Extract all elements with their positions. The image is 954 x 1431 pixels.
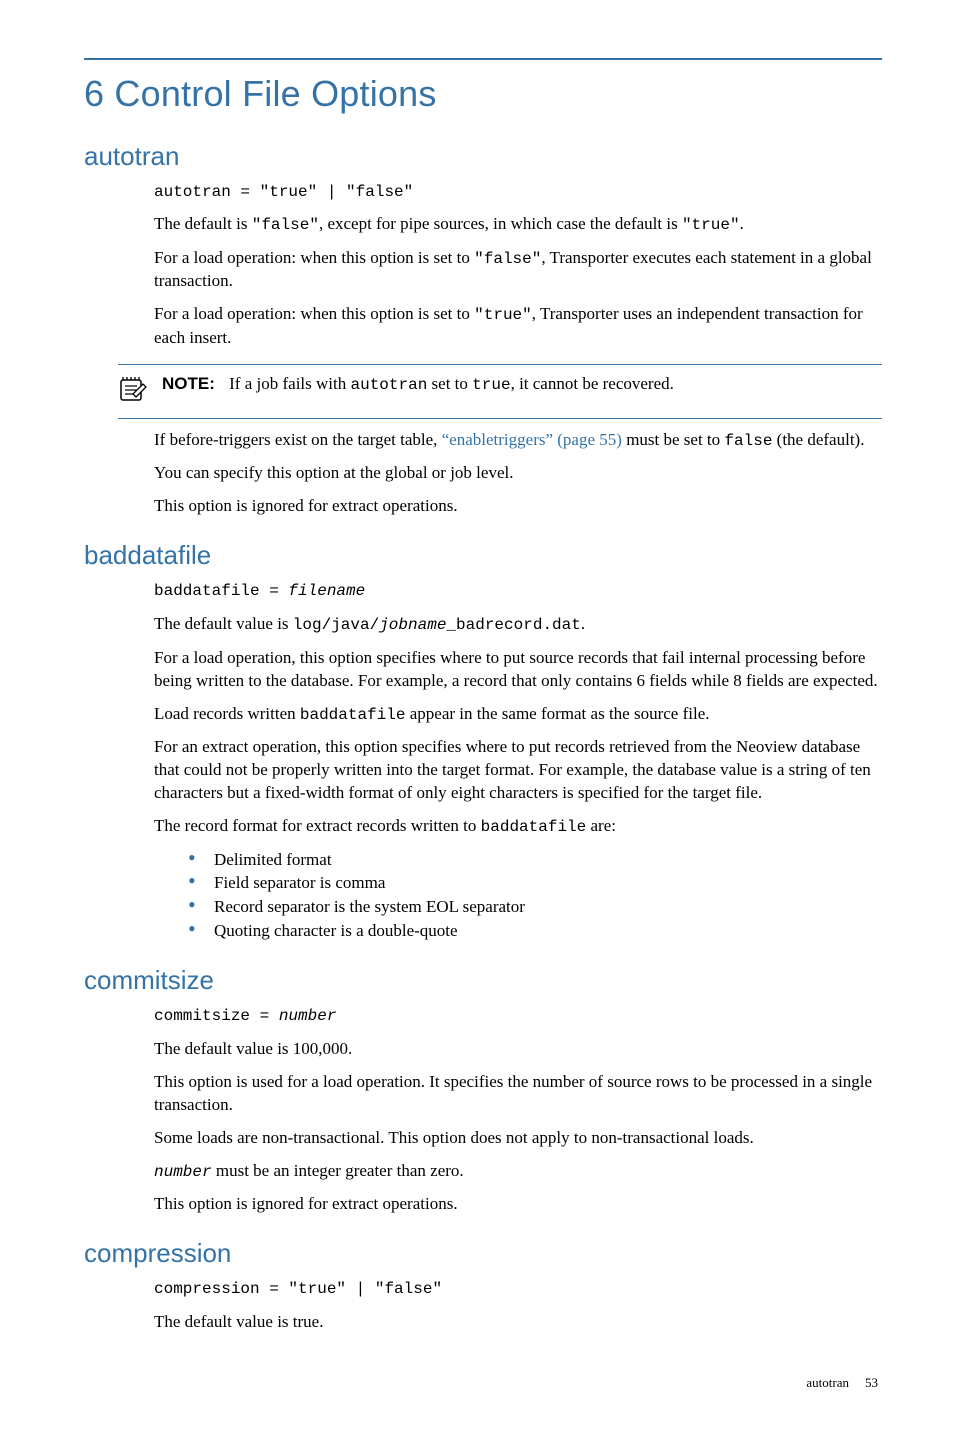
text: baddatafile = xyxy=(154,582,288,600)
para: The record format for extract records wr… xyxy=(154,815,882,839)
text: Load records written xyxy=(154,704,300,723)
code: baddatafile xyxy=(481,818,587,836)
code: "false" xyxy=(474,250,541,268)
text: must be set to xyxy=(622,430,724,449)
page-content: 6 Control File Options autotran autotran… xyxy=(0,0,954,1431)
section-body-compression: compression = "true" | "false" The defau… xyxy=(154,1279,882,1334)
page-number: 53 xyxy=(865,1375,878,1390)
text: . xyxy=(740,214,744,233)
note-box: NOTE: If a job fails with autotran set t… xyxy=(118,364,882,419)
section-body-commitsize: commitsize = number The default value is… xyxy=(154,1006,882,1216)
para: This option is used for a load operation… xyxy=(154,1071,882,1117)
code: _badrecord.dat xyxy=(446,616,580,634)
para: The default value is 100,000. xyxy=(154,1038,882,1061)
top-rule xyxy=(84,58,882,60)
para: You can specify this option at the globa… xyxy=(154,462,882,485)
ital: jobname xyxy=(379,616,446,634)
syntax-compression: compression = "true" | "false" xyxy=(154,1279,882,1301)
para: The default is "false", except for pipe … xyxy=(154,213,882,237)
text: For a load operation: when this option i… xyxy=(154,304,474,323)
para: For a load operation: when this option i… xyxy=(154,303,882,350)
ital: filename xyxy=(288,582,365,600)
ital: number xyxy=(154,1163,212,1181)
section-body-autotran-2: If before-triggers exist on the target t… xyxy=(154,429,882,518)
code: baddatafile xyxy=(300,706,406,724)
bullet-list: Delimited format Field separator is comm… xyxy=(182,849,882,944)
section-heading-baddatafile: baddatafile xyxy=(84,538,882,573)
list-item: Field separator is comma xyxy=(182,872,882,895)
text: For a load operation: when this option i… xyxy=(154,248,474,267)
syntax-autotran: autotran = "true" | "false" xyxy=(154,182,882,204)
text: must be an integer greater than zero. xyxy=(212,1161,464,1180)
para: This option is ignored for extract opera… xyxy=(154,495,882,518)
text: , it cannot be recovered. xyxy=(511,374,674,393)
text: set to xyxy=(427,374,472,393)
page-footer: autotran 53 xyxy=(84,1374,882,1392)
para: The default value is true. xyxy=(154,1311,882,1334)
code: false xyxy=(724,432,772,450)
code: autotran xyxy=(350,376,427,394)
section-body-autotran: autotran = "true" | "false" The default … xyxy=(154,182,882,350)
code: true xyxy=(472,376,510,394)
text: If before-triggers exist on the target t… xyxy=(154,430,442,449)
para: Load records written baddatafile appear … xyxy=(154,703,882,727)
text: If a job fails with xyxy=(229,374,350,393)
code: "true" xyxy=(474,306,532,324)
text: commitsize = xyxy=(154,1007,279,1025)
note-icon xyxy=(118,373,148,410)
text: , except for pipe sources, in which case… xyxy=(319,214,682,233)
list-item: Quoting character is a double-quote xyxy=(182,920,882,943)
note-text: NOTE: If a job fails with autotran set t… xyxy=(162,373,882,397)
para: For an extract operation, this option sp… xyxy=(154,736,882,805)
para: For a load operation, this option specif… xyxy=(154,647,882,693)
text: are: xyxy=(586,816,616,835)
running-head: autotran xyxy=(806,1375,849,1390)
section-heading-autotran: autotran xyxy=(84,139,882,174)
list-item: Delimited format xyxy=(182,849,882,872)
code: log/java/ xyxy=(293,616,379,634)
para: Some loads are non-transactional. This o… xyxy=(154,1127,882,1150)
text: The record format for extract records wr… xyxy=(154,816,481,835)
text: (the default). xyxy=(772,430,864,449)
code: "true" xyxy=(682,216,740,234)
section-body-baddatafile: baddatafile = filename The default value… xyxy=(154,581,882,943)
para: The default value is log/java/jobname_ba… xyxy=(154,613,882,637)
text: The default is xyxy=(154,214,252,233)
section-heading-compression: compression xyxy=(84,1236,882,1271)
para: For a load operation: when this option i… xyxy=(154,247,882,294)
text: . xyxy=(581,614,585,633)
ital: number xyxy=(279,1007,337,1025)
link-enabletriggers[interactable]: “enabletriggers” (page 55) xyxy=(442,430,622,449)
note-label: NOTE: xyxy=(162,374,215,393)
list-item: Record separator is the system EOL separ… xyxy=(182,896,882,919)
para: number must be an integer greater than z… xyxy=(154,1160,882,1184)
syntax-baddatafile: baddatafile = filename xyxy=(154,581,882,603)
syntax-commitsize: commitsize = number xyxy=(154,1006,882,1028)
code: "false" xyxy=(252,216,319,234)
para: This option is ignored for extract opera… xyxy=(154,1193,882,1216)
text: The default value is xyxy=(154,614,293,633)
para: If before-triggers exist on the target t… xyxy=(154,429,882,453)
text: appear in the same format as the source … xyxy=(406,704,710,723)
section-heading-commitsize: commitsize xyxy=(84,963,882,998)
chapter-title: 6 Control File Options xyxy=(84,70,882,119)
